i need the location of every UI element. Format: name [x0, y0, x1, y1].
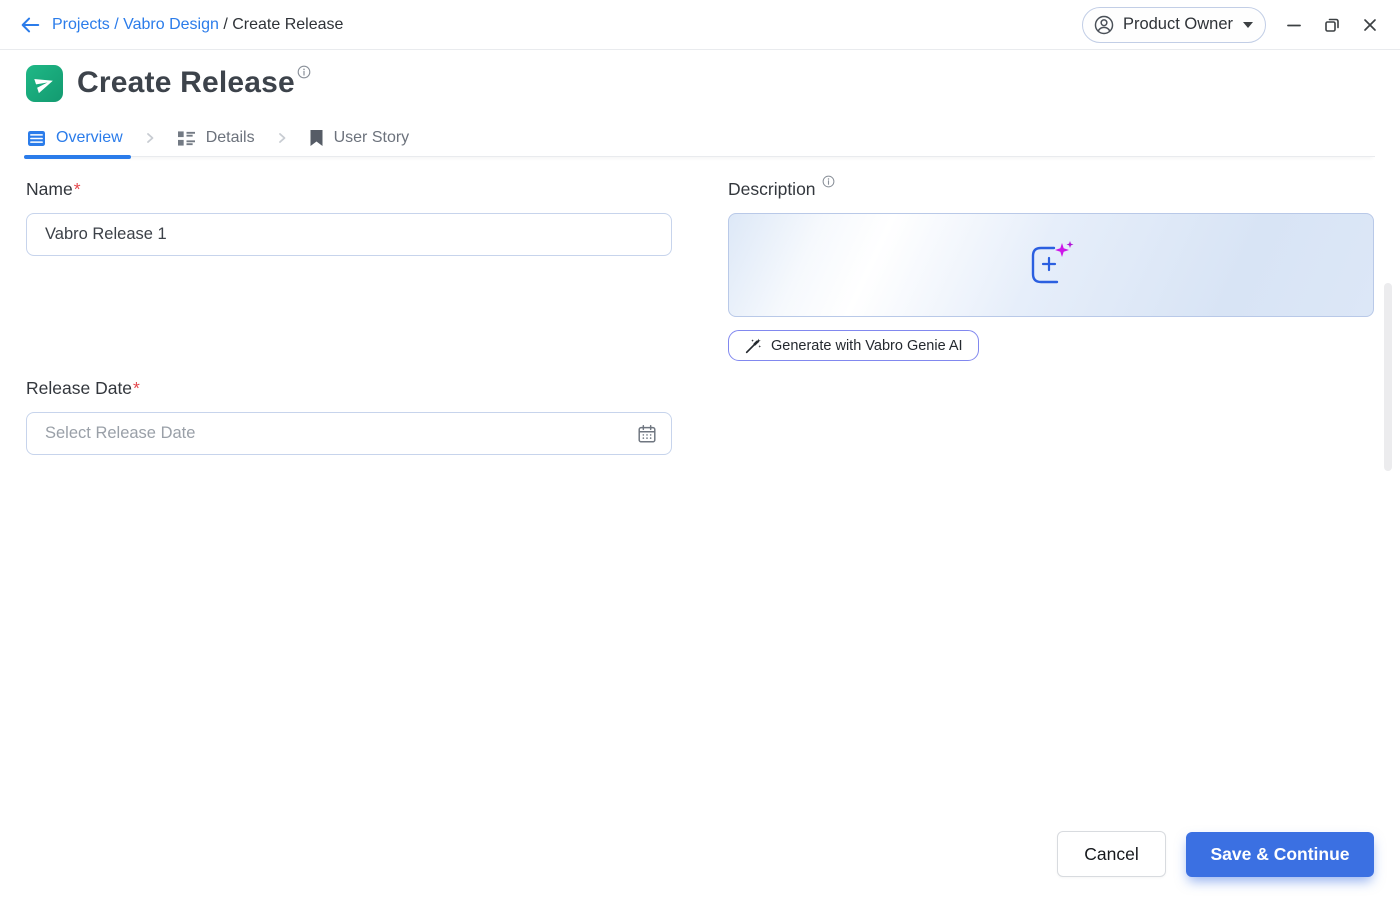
chevron-down-icon	[1243, 22, 1253, 28]
tab-label: Details	[206, 129, 255, 147]
list-table-icon	[27, 130, 46, 147]
role-selector[interactable]: Product Owner	[1082, 7, 1266, 43]
ai-insert-sparkle-icon	[1026, 241, 1076, 289]
breadcrumb-current: / Create Release	[219, 16, 344, 34]
footer-actions: Cancel Save & Continue	[1057, 831, 1374, 877]
tab-details[interactable]: Details	[175, 120, 257, 156]
chevron-right-icon	[275, 131, 289, 145]
topbar-right: Product Owner	[1082, 7, 1384, 43]
release-date-label: Release Date*	[26, 377, 672, 399]
tab-label: Overview	[56, 129, 123, 147]
tab-label: User Story	[334, 129, 410, 147]
form-right-column: Description	[728, 178, 1374, 361]
create-release-page: Projects / Vabro Design / Create Release…	[0, 0, 1400, 900]
arrow-left-icon	[19, 14, 41, 36]
tab-user-story[interactable]: User Story	[307, 120, 412, 156]
list-details-icon	[177, 130, 196, 147]
release-date-input[interactable]	[26, 412, 672, 455]
magic-wand-icon	[744, 337, 762, 355]
page-header: Create Release	[26, 61, 311, 105]
tab-overview[interactable]: Overview	[25, 120, 125, 156]
active-tab-underline	[24, 155, 131, 159]
form-left-column: Name* Release Date*	[26, 178, 672, 455]
description-textarea[interactable]	[728, 213, 1374, 317]
close-button[interactable]	[1356, 11, 1384, 39]
maximize-button[interactable]	[1318, 11, 1346, 39]
description-label: Description	[728, 178, 1374, 200]
release-date-field	[26, 399, 672, 455]
name-input[interactable]	[26, 213, 672, 256]
info-circle-icon[interactable]	[297, 65, 311, 79]
bookmark-icon	[309, 129, 324, 147]
generate-with-genie-label: Generate with Vabro Genie AI	[771, 338, 963, 354]
generate-with-genie-button[interactable]: Generate with Vabro Genie AI	[728, 330, 979, 361]
required-asterisk: *	[133, 377, 140, 399]
chevron-right-icon	[143, 131, 157, 145]
back-button[interactable]	[16, 11, 44, 39]
restore-icon	[1323, 16, 1341, 34]
breadcrumb-link[interactable]: Projects / Vabro Design	[52, 16, 219, 34]
required-asterisk: *	[74, 178, 81, 200]
close-icon	[1361, 16, 1379, 34]
minimize-button[interactable]	[1280, 11, 1308, 39]
paper-plane-icon	[26, 65, 63, 102]
save-and-continue-button[interactable]: Save & Continue	[1186, 832, 1374, 877]
name-label: Name*	[26, 178, 672, 200]
breadcrumb: Projects / Vabro Design / Create Release	[52, 16, 343, 34]
window-controls	[1280, 11, 1384, 39]
vertical-scrollbar-thumb[interactable]	[1384, 283, 1392, 471]
info-circle-icon[interactable]	[822, 175, 835, 188]
cancel-button[interactable]: Cancel	[1057, 831, 1166, 877]
top-bar: Projects / Vabro Design / Create Release…	[0, 0, 1400, 50]
tab-bar: Overview Details User Story	[25, 120, 1375, 157]
minimize-icon	[1285, 16, 1303, 34]
page-title: Create Release	[77, 61, 295, 105]
role-selector-label: Product Owner	[1123, 15, 1233, 34]
user-circle-icon	[1093, 14, 1115, 36]
